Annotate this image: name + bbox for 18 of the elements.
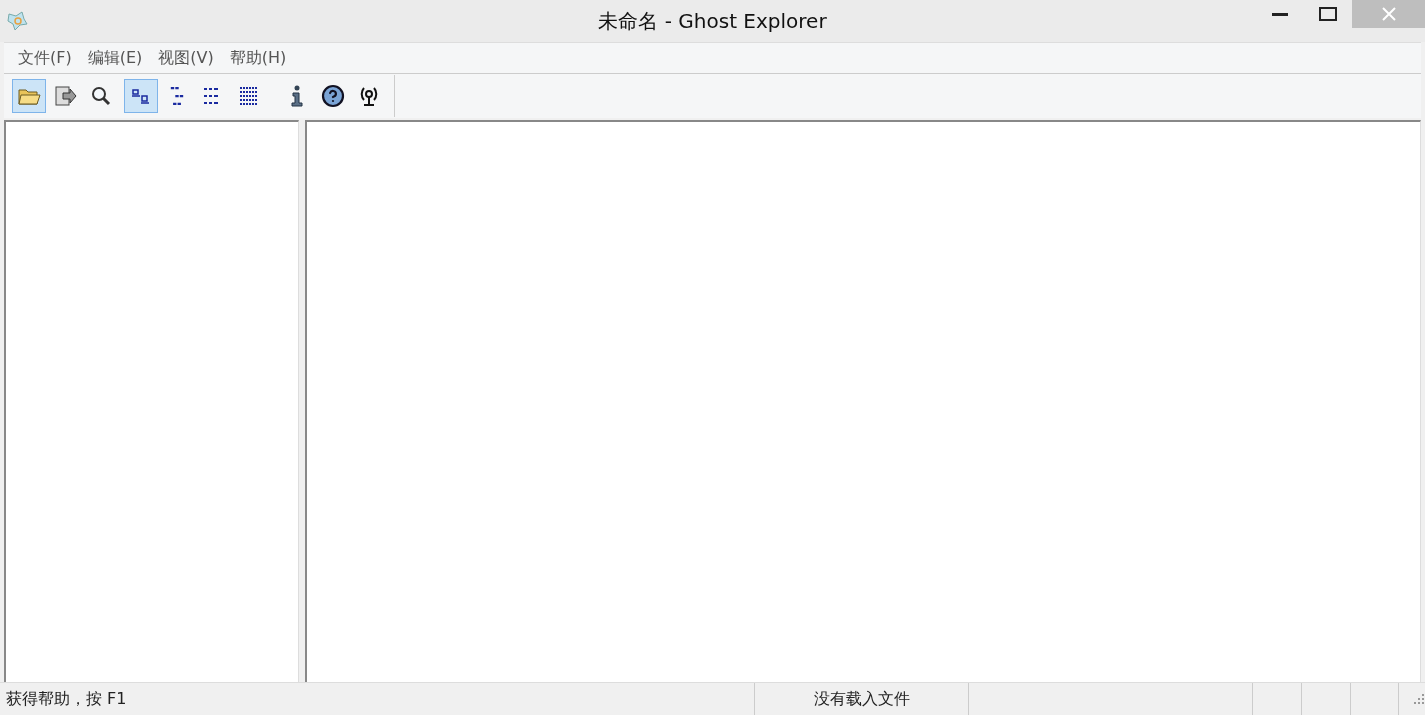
help-icon xyxy=(321,84,345,108)
menu-item[interactable]: 编辑(E) xyxy=(79,47,151,69)
file-status: 没有载入文件 xyxy=(755,683,969,715)
status-message: 获得帮助，按 F1 xyxy=(0,683,756,715)
maximize-icon xyxy=(1319,7,1337,21)
tree-view-icon xyxy=(170,87,184,105)
folder-button[interactable] xyxy=(12,79,46,113)
app-icon xyxy=(6,10,28,32)
menu-item[interactable]: 帮助(H) xyxy=(221,47,295,69)
export-icon xyxy=(53,84,77,108)
window-title: 未命名 - Ghost Explorer xyxy=(598,7,827,35)
menu-item[interactable]: 文件(F) xyxy=(10,47,80,69)
search-icon xyxy=(89,84,113,108)
menu-item[interactable]: 视图(V) xyxy=(150,47,222,69)
close-icon xyxy=(1381,7,1396,21)
resize-grip-icon[interactable] xyxy=(1413,693,1425,705)
minimize-icon xyxy=(1272,12,1288,16)
large-buttons-view-icon[interactable] xyxy=(124,79,158,113)
